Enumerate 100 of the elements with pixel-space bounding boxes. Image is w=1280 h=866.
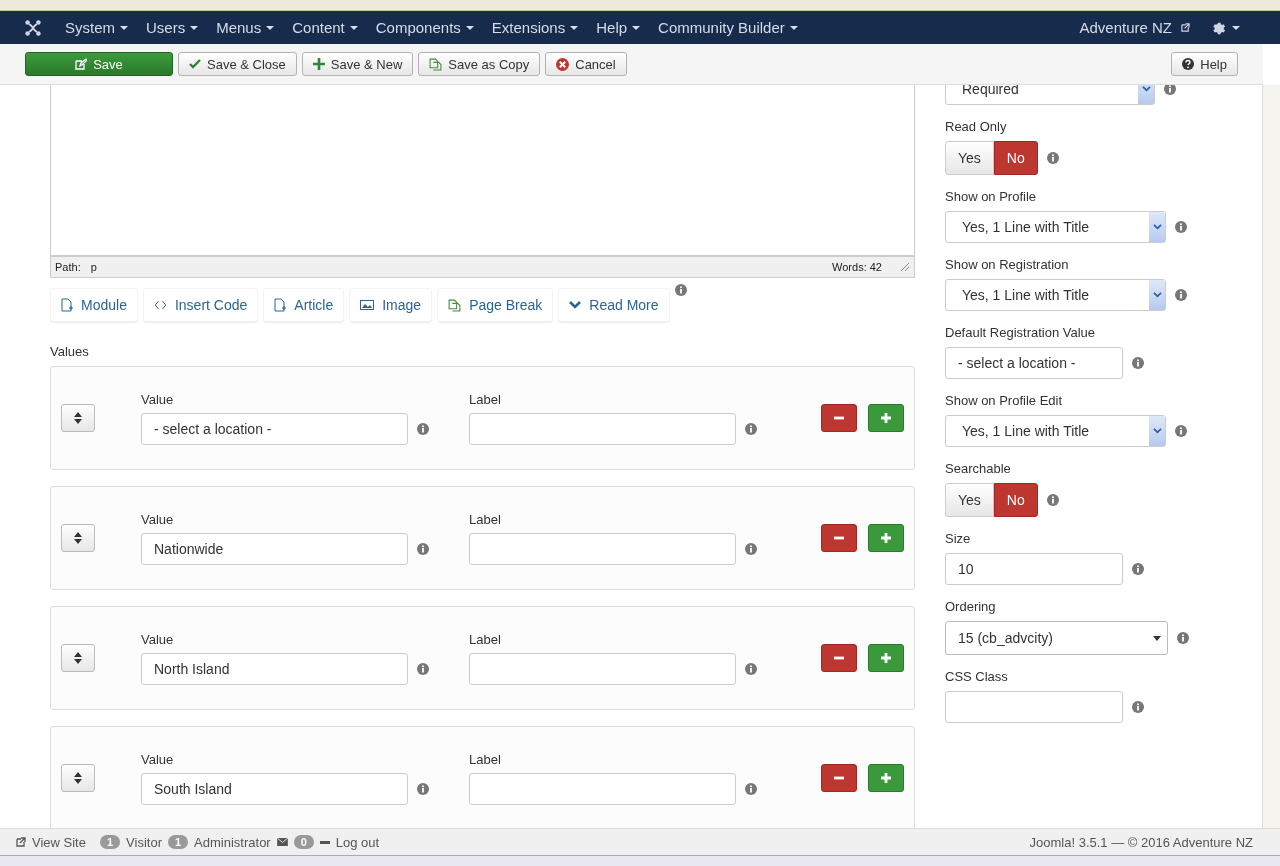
label-field[interactable] [469, 412, 736, 445]
field-label: Value [141, 511, 175, 527]
help-button[interactable]: Help [1171, 52, 1238, 76]
chevron-down-icon [1152, 291, 1162, 299]
nav-menu[interactable]: Extensions [482, 19, 588, 36]
text-field[interactable] [945, 691, 1123, 723]
select-field[interactable]: Yes, 1 Line with Title [945, 415, 1166, 447]
nav-menu[interactable]: Users [137, 19, 208, 36]
add-button[interactable] [868, 764, 904, 792]
nav-menu[interactable]: Help [587, 19, 650, 36]
info-icon[interactable] [417, 662, 429, 675]
up-down-arrows-icon [74, 532, 82, 544]
reorder-handle[interactable] [61, 644, 95, 672]
field-label: Label [469, 751, 502, 767]
view-site-link[interactable]: View Site [32, 834, 86, 850]
chevron-down-icon [569, 299, 582, 311]
info-icon[interactable] [1177, 632, 1189, 644]
horizontal-scrollbar[interactable] [0, 855, 1280, 866]
remove-button[interactable] [821, 524, 857, 552]
info-icon[interactable] [1132, 701, 1144, 713]
setting-label: CSS Class [945, 669, 1009, 684]
field-label: Label [469, 631, 502, 647]
plus-icon [312, 58, 325, 70]
info-icon[interactable] [1132, 563, 1144, 575]
field-label: Label [469, 511, 502, 527]
info-icon[interactable] [1175, 221, 1187, 233]
toggle-option[interactable]: Yes [945, 141, 994, 175]
editor-button[interactable]: Article [263, 288, 345, 322]
value-field[interactable]: North Island [141, 652, 408, 685]
resize-grip-icon[interactable] [900, 262, 910, 272]
info-icon[interactable] [417, 542, 429, 555]
editor-button[interactable]: Page Break [437, 288, 554, 322]
document-plus-icon [61, 298, 73, 312]
info-icon[interactable] [1164, 85, 1176, 95]
dropdown-field[interactable]: 15 (cb_advcity) [945, 621, 1168, 655]
info-icon[interactable] [1046, 152, 1059, 164]
toolbar-button[interactable]: Save & Close [178, 52, 297, 76]
select-field[interactable]: Yes, 1 Line with Title [945, 211, 1166, 243]
nav-menu[interactable]: Community Builder [649, 19, 807, 36]
toolbar-button[interactable]: Save & New [301, 52, 414, 76]
logout-link[interactable]: Log out [335, 834, 380, 850]
value-field[interactable]: South Island [141, 772, 408, 805]
info-icon[interactable] [745, 422, 757, 435]
editor-button[interactable]: Image [349, 288, 433, 322]
info-icon[interactable] [674, 284, 687, 296]
text-field[interactable]: - select a location - [945, 347, 1123, 379]
setting-label: Ordering [945, 599, 997, 614]
logo-icon[interactable] [24, 18, 42, 37]
edit-icon [75, 58, 88, 70]
remove-button[interactable] [821, 404, 857, 432]
text-field[interactable]: 10 [945, 553, 1123, 585]
remove-button[interactable] [821, 764, 857, 792]
info-icon[interactable] [745, 542, 757, 555]
info-icon[interactable] [417, 422, 429, 435]
value-field[interactable]: Nationwide [141, 532, 408, 565]
chevron-down-icon [1152, 427, 1162, 435]
vertical-scrollbar[interactable] [1262, 85, 1280, 828]
info-icon[interactable] [1132, 357, 1144, 369]
editor-button[interactable]: Module [50, 288, 138, 322]
select-field[interactable]: Yes, 1 Line with Title [945, 279, 1166, 311]
toggle-option[interactable]: No [993, 483, 1038, 517]
add-button[interactable] [868, 404, 904, 432]
toolbar-button[interactable]: Save as Copy [418, 52, 541, 76]
reorder-handle[interactable] [61, 404, 95, 432]
chevron-down-icon [1152, 223, 1162, 231]
caret-icon [1232, 25, 1240, 30]
plus-icon [880, 772, 892, 784]
nav-menu[interactable]: Content [283, 19, 367, 36]
path-element[interactable]: p [90, 261, 97, 273]
info-icon[interactable] [745, 782, 757, 795]
info-icon[interactable] [417, 782, 429, 795]
minus-icon [319, 840, 330, 844]
reorder-handle[interactable] [61, 524, 95, 552]
info-icon[interactable] [1046, 494, 1059, 506]
toggle-option[interactable]: No [993, 141, 1038, 175]
reorder-handle[interactable] [61, 764, 95, 792]
site-link[interactable]: Adventure NZ [1070, 19, 1181, 36]
setting-label: Size [945, 531, 972, 546]
info-icon[interactable] [1175, 425, 1187, 437]
toolbar-button[interactable]: Save [25, 52, 173, 76]
remove-button[interactable] [821, 644, 857, 672]
nav-menu[interactable]: System [56, 19, 137, 36]
help-icon [1182, 58, 1195, 70]
info-icon[interactable] [1175, 289, 1187, 301]
add-button[interactable] [868, 524, 904, 552]
value-field[interactable]: - select a location - [141, 412, 408, 445]
label-field[interactable] [469, 532, 736, 565]
label-field[interactable] [469, 652, 736, 685]
editor-button[interactable]: Read More [558, 288, 670, 322]
setting-label: Read Only [945, 119, 1008, 134]
toggle-option[interactable]: Yes [945, 483, 994, 517]
editor-button[interactable]: Insert Code [142, 288, 259, 322]
add-button[interactable] [868, 644, 904, 672]
nav-menu[interactable]: Components [366, 19, 483, 36]
label-field[interactable] [469, 772, 736, 805]
toolbar-button[interactable]: Cancel [545, 52, 627, 76]
nav-menu[interactable]: Menus [207, 19, 284, 36]
envelope-icon [276, 838, 288, 846]
info-icon[interactable] [745, 662, 757, 675]
field-label: Value [141, 391, 175, 407]
